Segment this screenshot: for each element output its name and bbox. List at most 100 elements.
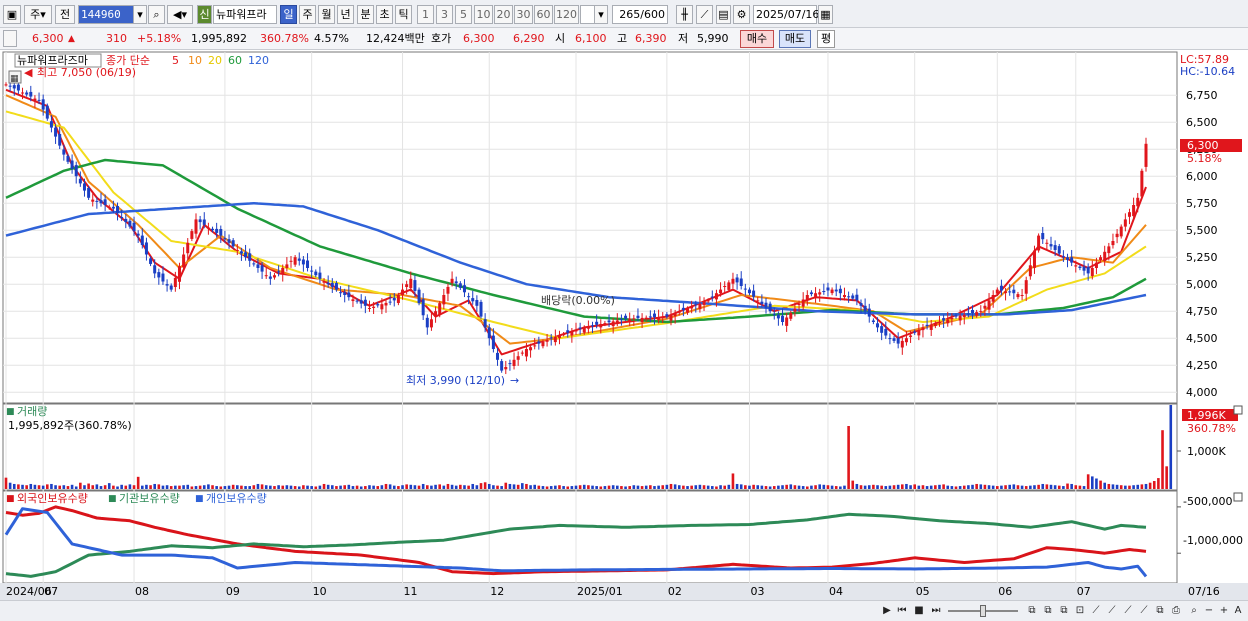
volume-value-label: 1,995,892주(360.78%) <box>8 419 132 432</box>
tab-day[interactable]: 일 <box>280 5 297 24</box>
minute-option-30[interactable]: 30 <box>514 5 533 24</box>
draw-icon-4[interactable]: ⟋ <box>1137 604 1151 619</box>
draw-icon-1[interactable]: ⟋ <box>1089 604 1103 619</box>
chart-area[interactable]: 4,000 4,250 4,500 4,750 5,000 5,250 5,500 5,750… <box>0 50 1248 600</box>
candle-body <box>648 316 652 318</box>
candle-body <box>884 328 888 336</box>
minute-option-10[interactable]: 10 <box>474 5 493 24</box>
count-field[interactable]: 265/600 <box>612 5 668 24</box>
calendar-icon[interactable]: ▦ <box>818 5 833 24</box>
toolbar: ▣ 주▾ 전 144960 ▾ ⌕ ◀▾ 신 뉴파워프라 일 주 월 년 분 초… <box>0 0 1248 28</box>
code-dropdown-icon[interactable]: ▾ <box>133 5 147 24</box>
candle-body <box>1037 235 1041 251</box>
candle-body <box>376 304 380 306</box>
layout-icon-4[interactable]: ⊡ <box>1073 604 1087 619</box>
volume-bar <box>549 486 553 489</box>
volume-bar <box>12 483 16 489</box>
minus-icon[interactable]: − <box>1202 604 1216 619</box>
buy-button[interactable]: 매수 <box>740 30 774 48</box>
line-tool-icon[interactable]: ⟋ <box>696 5 713 24</box>
candle-body <box>177 266 181 282</box>
volume-bar <box>880 485 883 489</box>
candle-body <box>12 85 16 89</box>
min-marker-arrow: → <box>510 374 519 387</box>
candle-body <box>1115 233 1119 238</box>
volume-bar <box>516 484 520 489</box>
price-tick-label: 6,000 <box>1186 170 1218 183</box>
code-input[interactable]: 144960 <box>78 5 136 24</box>
gear-icon[interactable]: ⚙ <box>733 5 750 24</box>
tab-week[interactable]: 주 <box>299 5 316 24</box>
date-field[interactable]: 2025/07/16 <box>753 5 819 24</box>
candle-body <box>1136 197 1140 207</box>
candle-body <box>1132 205 1136 217</box>
volume-bar <box>145 484 148 489</box>
flat-button[interactable]: 평 <box>817 30 835 48</box>
tab-minute[interactable]: 분 <box>357 5 374 24</box>
zoom-slider-thumb[interactable] <box>980 605 986 617</box>
zoom-icon[interactable]: ⌕ <box>1187 604 1201 619</box>
layout-icon-3[interactable]: ⧉ <box>1057 604 1071 619</box>
x-tick-label: 08 <box>135 585 149 598</box>
low-label: 저 <box>678 32 689 45</box>
stop-icon[interactable]: ■ <box>912 604 926 619</box>
volume-bar <box>1111 484 1115 489</box>
minute-option-5[interactable]: 5 <box>455 5 472 24</box>
price-tick-label: 6,750 <box>1186 89 1218 102</box>
market-select[interactable]: 주▾ <box>24 5 52 24</box>
minute-option-3[interactable]: 3 <box>436 5 453 24</box>
candle-body <box>789 313 793 319</box>
minute-option-120[interactable]: 120 <box>554 5 579 24</box>
volume-bar <box>582 484 586 489</box>
draw-icon-2[interactable]: ⟋ <box>1105 604 1119 619</box>
scroll-start-icon[interactable]: ⏮ <box>895 604 909 619</box>
tab-second[interactable]: 초 <box>376 5 393 24</box>
minute-option-60[interactable]: 60 <box>534 5 553 24</box>
minute-option-1[interactable]: 1 <box>417 5 434 24</box>
volume-bar <box>686 486 689 489</box>
layout-icon-1[interactable]: ⧉ <box>1025 604 1039 619</box>
volume-bar <box>240 485 243 489</box>
prev-button[interactable]: 전 <box>55 5 75 24</box>
search-icon[interactable]: ⌕ <box>148 5 165 24</box>
candle-body <box>479 301 483 317</box>
draw-icon-3[interactable]: ⟋ <box>1121 604 1135 619</box>
candle-body <box>727 282 731 290</box>
minute-dropdown-icon[interactable]: ▾ <box>594 5 608 24</box>
volume-bar <box>273 486 276 489</box>
tab-year[interactable]: 년 <box>337 5 354 24</box>
volume-bar <box>975 483 978 489</box>
candle-body <box>165 284 169 286</box>
change-arrow-icon: ▲ <box>68 34 75 44</box>
candle-body <box>343 292 347 295</box>
save-icon[interactable]: ▤ <box>716 5 731 24</box>
candle-body <box>921 327 925 331</box>
volume-panel-close-icon[interactable] <box>1233 405 1243 415</box>
candle-body <box>268 276 272 279</box>
layout-icon-2[interactable]: ⧉ <box>1041 604 1055 619</box>
font-size-icon[interactable]: A <box>1231 604 1245 619</box>
candle-body <box>462 285 466 293</box>
volume-title: 거래량 <box>17 405 47 418</box>
tab-tick[interactable]: 틱 <box>395 5 412 24</box>
checkbox-icon[interactable] <box>3 30 17 47</box>
tab-month[interactable]: 월 <box>318 5 335 24</box>
volume-bar <box>876 485 879 489</box>
sell-button[interactable]: 매도 <box>779 30 811 48</box>
candle-body <box>942 318 946 321</box>
scroll-end-icon[interactable]: ⏭ <box>929 604 943 619</box>
speaker-icon[interactable]: ◀▾ <box>167 5 193 24</box>
copy-icon[interactable]: ⧉ <box>1153 604 1167 619</box>
candle-body <box>70 160 74 169</box>
candle-icon[interactable]: ╫ <box>676 5 693 24</box>
window-icon[interactable]: ▣ <box>3 5 21 24</box>
scroll-right-icon[interactable]: ▶ <box>880 604 894 619</box>
plus-icon[interactable]: + <box>1217 604 1231 619</box>
holdings-panel-close-icon[interactable] <box>1233 492 1243 502</box>
print-icon[interactable]: ⎙ <box>1169 604 1183 619</box>
candle-body <box>876 323 880 328</box>
volume-bar <box>962 485 966 489</box>
ma-60-legend: 60 <box>228 54 242 67</box>
minute-option-20[interactable]: 20 <box>494 5 513 24</box>
volume-bar <box>640 486 644 489</box>
